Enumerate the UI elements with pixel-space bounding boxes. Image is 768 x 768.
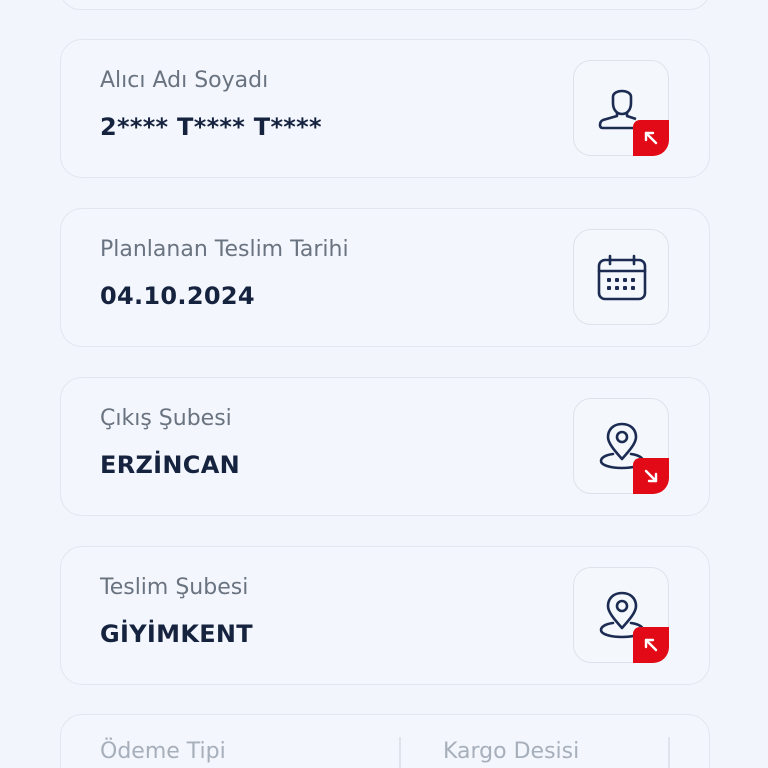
previous-info-card: [60, 0, 710, 10]
recipient-name-value: 2**** T**** T****: [100, 113, 322, 141]
delivery-branch-label: Teslim Şubesi: [100, 575, 249, 600]
planned-delivery-date-value: 04.10.2024: [100, 282, 255, 310]
departure-icon-box: [573, 398, 669, 494]
planned-delivery-date-card: Planlanan Teslim Tarihi 04.10.2024: [60, 208, 710, 347]
cargo-desi-label: Kargo Desisi: [443, 739, 580, 764]
outgoing-badge: [633, 627, 669, 663]
calendar-icon-box: [573, 229, 669, 325]
delivery-branch-card: Teslim Şubesi GİYİMKENT: [60, 546, 710, 685]
delivery-branch-value: GİYİMKENT: [100, 620, 253, 648]
calendar-icon: [597, 254, 647, 301]
arrow-up-left-icon: [644, 638, 658, 652]
shipment-detail-screen: Alıcı Adı Soyadı 2**** T**** T**** Planl…: [0, 0, 768, 768]
recipient-name-label: Alıcı Adı Soyadı: [100, 68, 269, 93]
recipient-name-card: Alıcı Adı Soyadı 2**** T**** T****: [60, 39, 710, 178]
planned-delivery-date-label: Planlanan Teslim Tarihi: [100, 237, 349, 262]
payment-type-label: Ödeme Tipi: [100, 739, 226, 764]
arrow-up-left-icon: [644, 131, 658, 145]
recipient-icon-box: [573, 60, 669, 156]
delivery-icon-box: [573, 567, 669, 663]
departure-branch-label: Çıkış Şubesi: [100, 406, 232, 431]
incoming-badge: [633, 458, 669, 494]
arrow-down-right-icon: [644, 469, 658, 483]
departure-branch-card: Çıkış Şubesi ERZİNCAN: [60, 377, 710, 516]
column-divider: [668, 737, 670, 768]
column-divider: [399, 737, 401, 768]
departure-branch-value: ERZİNCAN: [100, 451, 240, 479]
payment-cargo-card: Ödeme Tipi Kargo Desisi: [60, 714, 710, 768]
outgoing-badge: [633, 120, 669, 156]
